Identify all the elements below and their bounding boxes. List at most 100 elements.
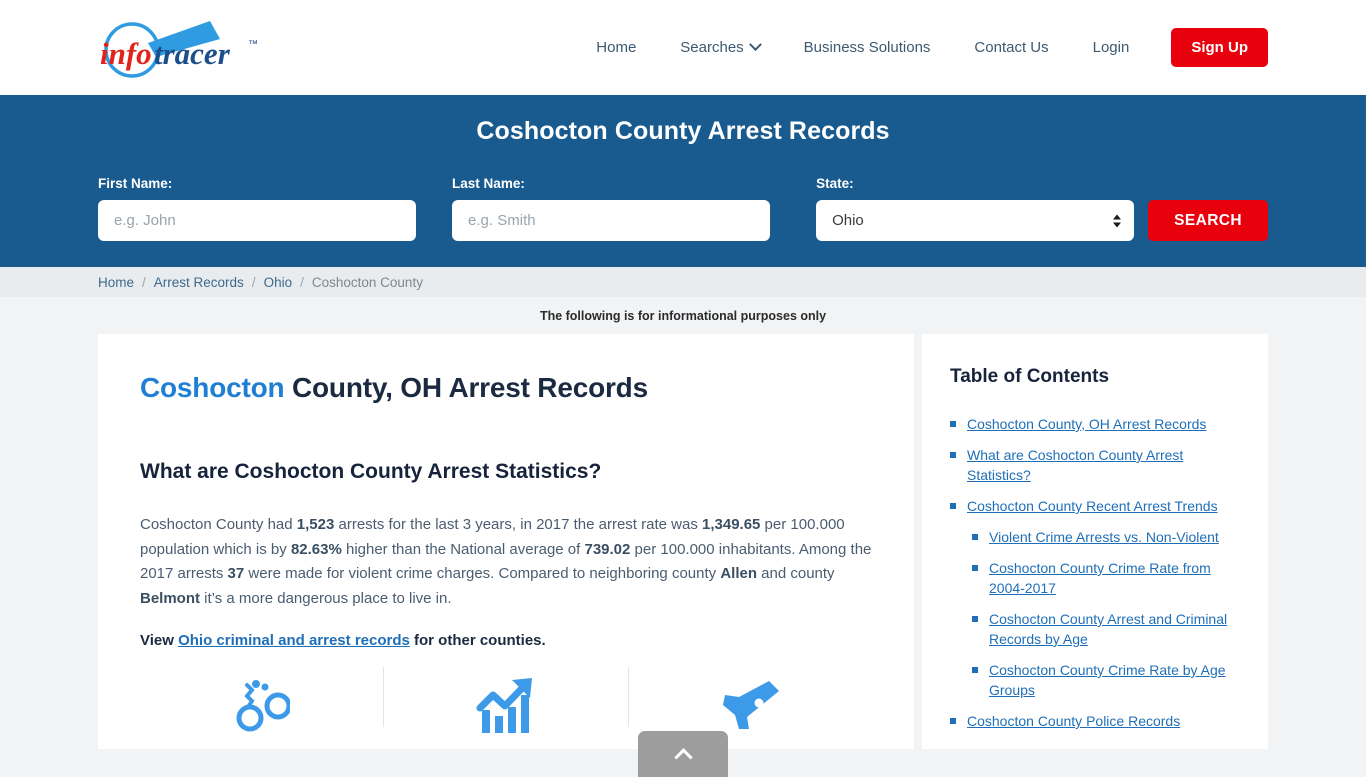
first-name-label: First Name:	[98, 176, 173, 191]
nav-item-business-solutions[interactable]: Business Solutions	[782, 39, 953, 56]
toc-link-crime-rate-by-age-groups[interactable]: Coshocton County Crime Rate by Age Group…	[989, 660, 1240, 700]
handcuffs-icon	[236, 680, 290, 732]
stat-national-average: 739.02	[584, 540, 631, 558]
stat-text-6: were made for violent crime charges. Com…	[244, 565, 721, 582]
content-wrapper: Coshocton County, OH Arrest Records What…	[0, 334, 1366, 749]
ohio-records-link[interactable]: Ohio criminal and arrest records	[178, 632, 410, 649]
nav-item-searches[interactable]: Searches	[658, 38, 781, 56]
infotracer-logo[interactable]: info tracer ™	[98, 18, 268, 78]
stat-neighbor-county-1: Allen	[720, 565, 757, 582]
informational-notice: The following is for informational purpo…	[539, 309, 827, 323]
main-navigation: Home Searches Business Solutions Contact…	[574, 28, 1268, 67]
breadcrumb-item-home[interactable]: Home	[98, 275, 134, 290]
stat-violent-arrests: 37	[227, 565, 245, 582]
statistics-paragraph: Coshocton County had 1,523 arrests for t…	[140, 513, 872, 611]
toc-link-arrest-statistics[interactable]: What are Coshocton County Arrest Statist…	[967, 445, 1240, 485]
trending-up-chart-icon	[476, 678, 532, 733]
stat-text-7: and county	[757, 565, 835, 582]
breadcrumb-item-ohio[interactable]: Ohio	[264, 275, 293, 290]
site-header: info tracer ™ Home Searches Business Sol…	[0, 0, 1366, 95]
stat-percent-higher: 82.63%	[290, 540, 342, 558]
stat-arrests-total: 1,523	[296, 516, 335, 533]
stat-text-8: it’s a more dangerous place to live in.	[200, 589, 452, 607]
breadcrumb-current: Coshocton County	[311, 274, 423, 290]
bullet-square-icon	[950, 503, 956, 509]
first-name-field-group: First Name:	[98, 176, 417, 241]
toc-item: Coshocton County, OH Arrest Records	[950, 414, 1240, 434]
bullet-square-icon	[972, 565, 978, 571]
first-name-input[interactable]	[98, 200, 417, 241]
bullet-square-icon	[972, 534, 978, 540]
toc-link-records-by-age[interactable]: Coshocton County Arrest and Criminal Rec…	[989, 609, 1240, 649]
search-button[interactable]: SEARCH	[1148, 200, 1268, 241]
state-select[interactable]: Ohio	[816, 200, 1135, 241]
search-form: First Name: Last Name: State: Ohio SEARC…	[98, 176, 1268, 241]
svg-text:tracer: tracer	[154, 36, 231, 71]
breadcrumb-separator: /	[300, 274, 304, 290]
svg-text:™: ™	[248, 39, 258, 50]
nav-item-contact-us[interactable]: Contact Us	[952, 39, 1070, 56]
toc-link-police-records[interactable]: Coshocton County Police Records	[967, 711, 1180, 731]
toc-item: Coshocton County Police Records	[950, 711, 1240, 731]
nav-label-home: Home	[596, 39, 637, 56]
hero-search-section: Coshocton County Arrest Records First Na…	[0, 95, 1366, 267]
toc-title: Table of Contents	[950, 366, 1110, 387]
table-of-contents-card: Table of Contents Coshocton County, OH A…	[922, 334, 1268, 749]
bullet-square-icon	[950, 452, 956, 458]
article-title: Coshocton County, OH Arrest Records	[140, 372, 872, 404]
chevron-up-icon	[673, 747, 693, 767]
main-content-card: Coshocton County, OH Arrest Records What…	[98, 334, 914, 749]
page-heading: Coshocton County Arrest Records	[476, 117, 890, 145]
sign-up-button[interactable]: Sign Up	[1171, 28, 1268, 67]
feature-icon-cell-gun	[627, 667, 872, 729]
article-title-rest: County, OH Arrest Records	[284, 372, 648, 403]
toc-link-violent-vs-nonviolent[interactable]: Violent Crime Arrests vs. Non-Violent	[989, 527, 1219, 547]
state-label: State:	[816, 176, 854, 191]
view-suffix: for other counties.	[409, 632, 546, 649]
bullet-square-icon	[950, 421, 956, 427]
toc-item: What are Coshocton County Arrest Statist…	[950, 445, 1240, 485]
toc-subitem: Coshocton County Crime Rate by Age Group…	[972, 660, 1240, 700]
view-prefix: View	[140, 632, 179, 649]
section-heading-statistics: What are Coshocton County Arrest Statist…	[140, 460, 602, 483]
last-name-field-group: Last Name:	[452, 176, 771, 241]
stat-text-4: higher than the National average of	[341, 540, 585, 558]
stat-text-1: Coshocton County had	[140, 516, 297, 533]
breadcrumb-separator: /	[251, 274, 256, 290]
bullet-square-icon	[972, 616, 978, 622]
breadcrumb-separator: /	[142, 274, 146, 290]
nav-label-login: Login	[1092, 39, 1130, 56]
bullet-square-icon	[972, 667, 978, 673]
toc-link-crime-rate-2004-2017[interactable]: Coshocton County Crime Rate from 2004-20…	[989, 558, 1240, 598]
bullet-square-icon	[950, 718, 956, 724]
article-title-highlight: Coshocton	[140, 372, 285, 403]
stat-arrest-rate: 1,349.65	[702, 516, 761, 533]
feature-icon-cell-trend	[383, 667, 627, 733]
breadcrumb-item-arrest-records[interactable]: Arrest Records	[154, 275, 244, 290]
stat-neighbor-county-2: Belmont	[140, 589, 200, 607]
toc-subitem: Coshocton County Crime Rate from 2004-20…	[972, 558, 1240, 598]
nav-label-business-solutions: Business Solutions	[803, 39, 931, 56]
scroll-to-top-button[interactable]	[638, 731, 728, 777]
toc-item: Coshocton County Recent Arrest Trends Vi…	[950, 496, 1240, 700]
toc-list: Coshocton County, OH Arrest Records What…	[950, 414, 1240, 731]
toc-link-arrest-records[interactable]: Coshocton County, OH Arrest Records	[967, 414, 1206, 434]
view-other-counties-line: View Ohio criminal and arrest records fo…	[140, 632, 872, 649]
svg-text:info: info	[100, 36, 152, 71]
nav-item-home[interactable]: Home	[574, 39, 658, 56]
nav-label-contact-us: Contact Us	[974, 39, 1049, 56]
feature-icon-strip	[140, 667, 872, 733]
chevron-down-icon	[748, 38, 762, 52]
toc-subitem: Coshocton County Arrest and Criminal Rec…	[972, 609, 1240, 649]
toc-subitem: Violent Crime Arrests vs. Non-Violent	[972, 527, 1240, 547]
handgun-icon	[723, 681, 780, 729]
state-field-group: State: Ohio	[816, 176, 1135, 241]
last-name-input[interactable]	[452, 200, 771, 241]
toc-link-recent-arrest-trends[interactable]: Coshocton County Recent Arrest Trends	[967, 496, 1218, 516]
nav-item-login[interactable]: Login	[1071, 39, 1152, 56]
nav-label-searches: Searches	[680, 39, 744, 56]
feature-icon-cell-handcuffs	[140, 667, 383, 732]
stat-text-2: arrests for the last 3 years, in 2017 th…	[334, 516, 702, 533]
toc-sublist: Violent Crime Arrests vs. Non-Violent Co…	[950, 527, 1240, 700]
last-name-label: Last Name:	[452, 176, 525, 191]
